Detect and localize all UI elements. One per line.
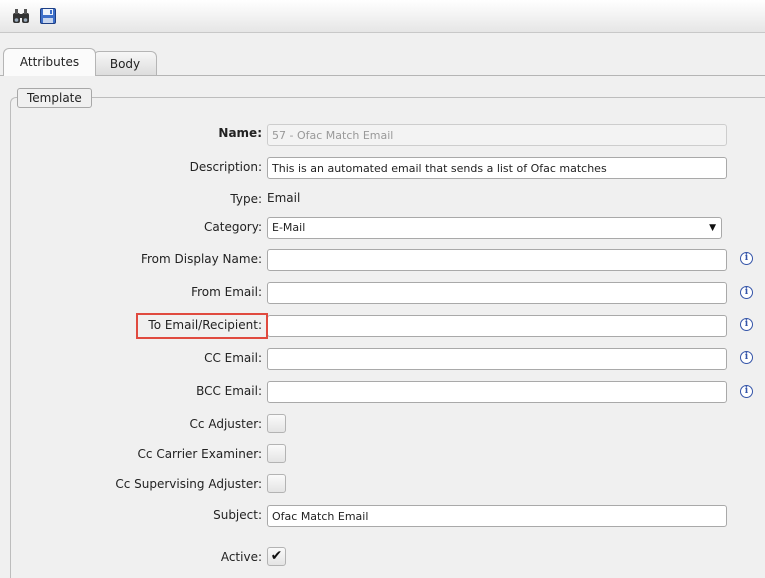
info-icon[interactable]: i xyxy=(740,385,753,398)
category-select[interactable]: E-Mail ▼ xyxy=(267,217,722,239)
cc-carrier-examiner-checkbox[interactable] xyxy=(267,444,286,463)
description-field[interactable] xyxy=(267,157,727,179)
from-display-name-field[interactable] xyxy=(267,249,727,271)
tab-body[interactable]: Body xyxy=(93,51,157,76)
info-icon[interactable]: i xyxy=(740,351,753,364)
subject-label: Subject: xyxy=(213,508,262,522)
subject-field[interactable] xyxy=(267,505,727,527)
active-checkbox[interactable]: ✔ xyxy=(267,547,286,566)
to-email-field[interactable] xyxy=(267,315,727,337)
category-label: Category: xyxy=(204,220,262,234)
tab-strip: Attributes Body xyxy=(0,48,765,76)
cc-carrier-examiner-label: Cc Carrier Examiner: xyxy=(137,447,262,461)
tab-attributes[interactable]: Attributes xyxy=(3,48,96,76)
template-legend: Template xyxy=(17,88,92,108)
name-field xyxy=(267,124,727,146)
type-value: Email xyxy=(267,191,301,205)
binoculars-icon[interactable] xyxy=(12,7,30,25)
name-label: Name: xyxy=(218,126,262,140)
cc-email-label: CC Email: xyxy=(204,351,262,365)
type-label: Type: xyxy=(230,192,262,206)
cc-supervising-adjuster-checkbox[interactable] xyxy=(267,474,286,493)
from-email-label: From Email: xyxy=(191,285,262,299)
tab-divider xyxy=(0,75,765,76)
cc-adjuster-checkbox[interactable] xyxy=(267,414,286,433)
highlight-box xyxy=(136,313,268,339)
category-selected-value: E-Mail xyxy=(272,221,306,234)
cc-adjuster-label: Cc Adjuster: xyxy=(189,417,262,431)
from-email-field[interactable] xyxy=(267,282,727,304)
cc-email-field[interactable] xyxy=(267,348,727,370)
info-icon[interactable]: i xyxy=(740,318,753,331)
active-label: Active: xyxy=(220,550,262,564)
description-label: Description: xyxy=(189,160,262,174)
bcc-email-field[interactable] xyxy=(267,381,727,403)
toolbar xyxy=(0,0,765,33)
info-icon[interactable]: i xyxy=(740,286,753,299)
checkmark-icon: ✔ xyxy=(270,548,283,564)
bcc-email-label: BCC Email: xyxy=(196,384,262,398)
info-icon[interactable]: i xyxy=(740,252,753,265)
chevron-down-icon: ▼ xyxy=(709,223,716,233)
cc-supervising-adjuster-label: Cc Supervising Adjuster: xyxy=(115,477,262,491)
save-icon[interactable] xyxy=(39,7,57,25)
from-display-name-label: From Display Name: xyxy=(140,252,262,266)
